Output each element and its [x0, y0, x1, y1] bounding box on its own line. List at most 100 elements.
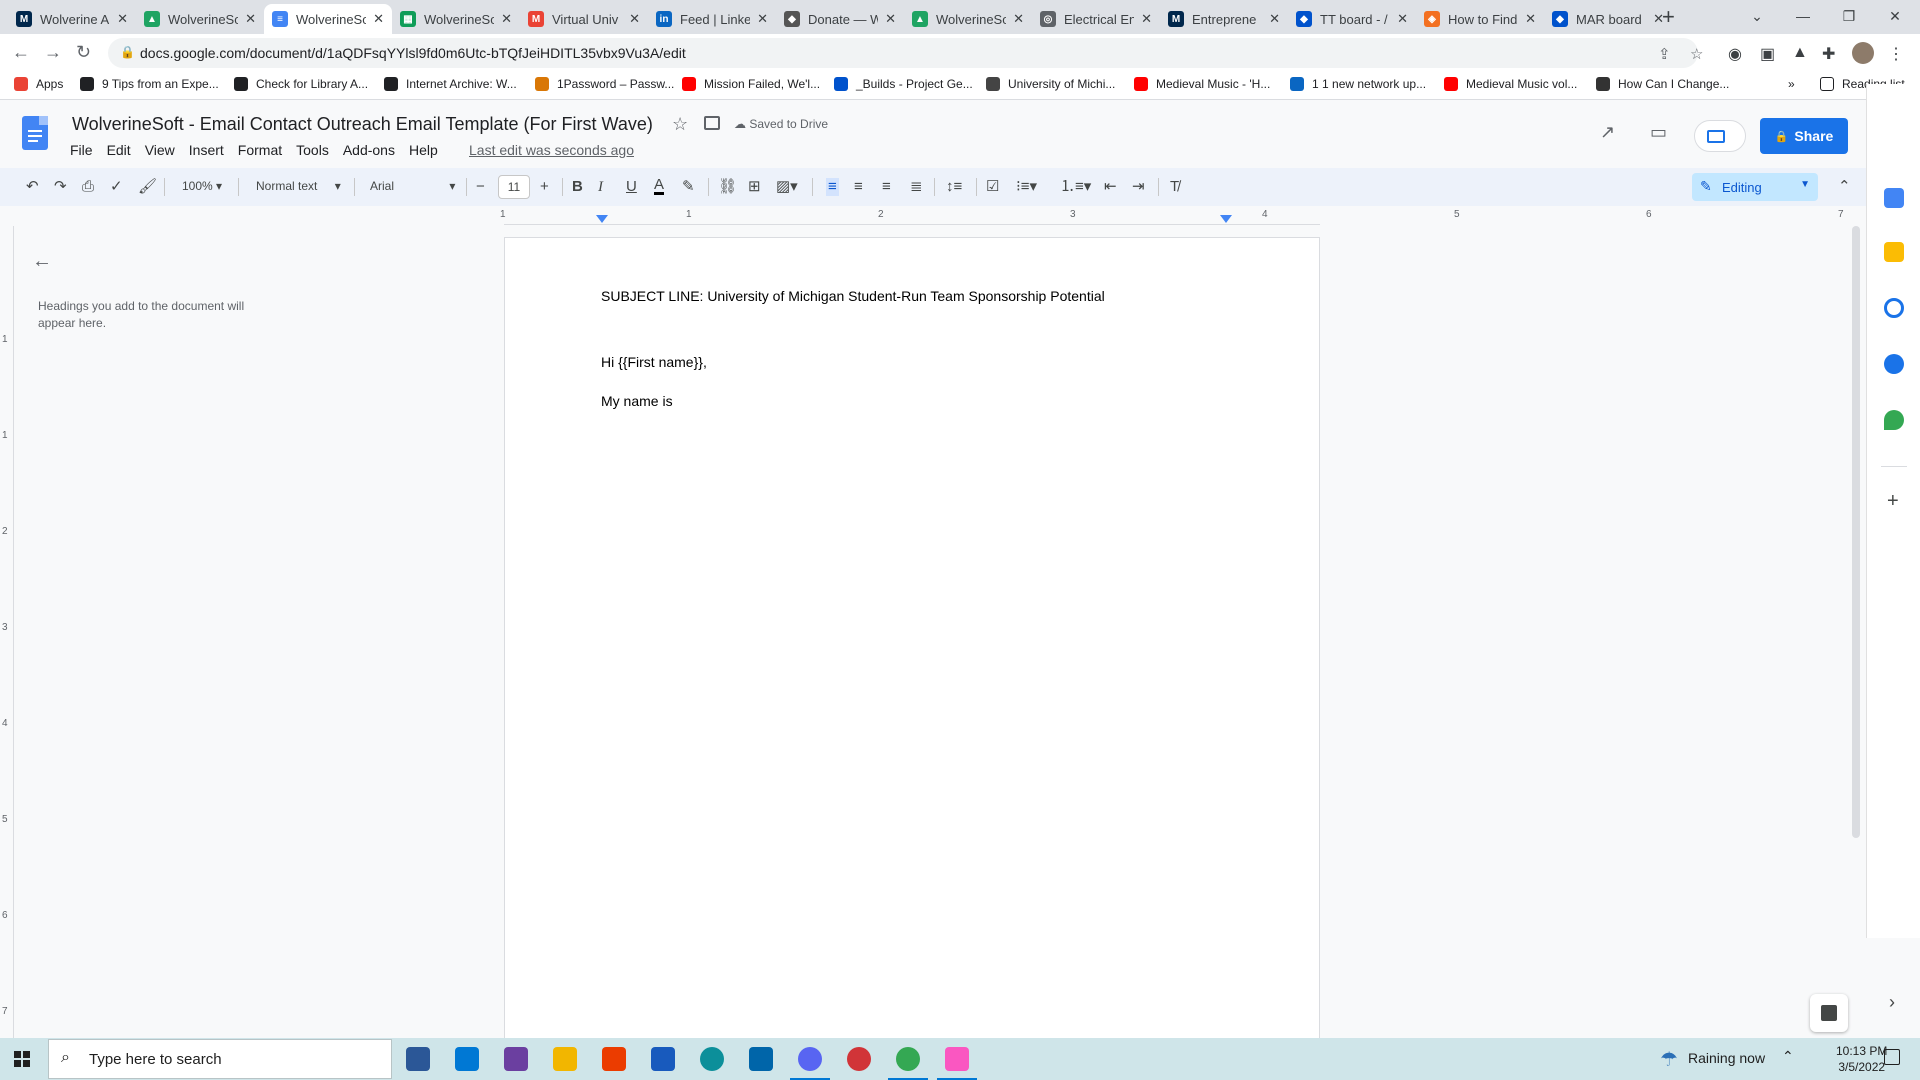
- browser-tab[interactable]: ◈ How to Find ✕: [1416, 4, 1544, 34]
- back-icon[interactable]: ←: [12, 42, 30, 63]
- document-page[interactable]: SUBJECT LINE: University of Michigan Stu…: [504, 237, 1320, 1038]
- italic-icon[interactable]: I: [598, 178, 603, 196]
- zoom-select[interactable]: 100% ▾: [182, 179, 222, 193]
- maps-icon[interactable]: [1884, 410, 1904, 430]
- last-edit-link[interactable]: Last edit was seconds ago: [469, 142, 634, 158]
- weather-status[interactable]: Raining now: [1688, 1050, 1765, 1066]
- bulleted-list-icon[interactable]: ⁝≡▾: [1016, 178, 1037, 196]
- browser-tab[interactable]: ◎ Electrical En ✕: [1032, 4, 1160, 34]
- align-right-icon[interactable]: ≡: [882, 178, 891, 196]
- right-indent-marker[interactable]: [1220, 215, 1232, 223]
- address-bar[interactable]: 🔒 docs.google.com/document/d/1aQDFsqYYls…: [108, 38, 1703, 68]
- bookmark-star-icon[interactable]: ☆: [1690, 45, 1703, 63]
- bold-icon[interactable]: B: [572, 178, 583, 196]
- word-app-icon[interactable]: [651, 1047, 675, 1071]
- extension-1password-icon[interactable]: ◉: [1728, 44, 1742, 64]
- browser-tab[interactable]: ▲ WolverineSo ✕: [904, 4, 1032, 34]
- tab-close-icon[interactable]: ✕: [117, 11, 128, 27]
- tab-close-icon[interactable]: ✕: [1141, 11, 1152, 27]
- tab-close-icon[interactable]: ✕: [629, 11, 640, 27]
- menu-insert[interactable]: Insert: [189, 142, 224, 158]
- font-select[interactable]: Arial ▾: [370, 179, 455, 193]
- forward-icon[interactable]: →: [44, 42, 62, 63]
- browser-menu-icon[interactable]: ⋮: [1888, 44, 1904, 64]
- file-explorer-app-icon[interactable]: [553, 1047, 577, 1071]
- extension-screenshot-icon[interactable]: ▣: [1760, 44, 1775, 64]
- vscode-app-icon[interactable]: [749, 1047, 773, 1071]
- document-scrollbar[interactable]: [1852, 226, 1860, 838]
- restore-button[interactable]: ❐: [1826, 0, 1872, 32]
- contacts-icon[interactable]: [1884, 354, 1904, 374]
- tab-close-icon[interactable]: ✕: [1269, 11, 1280, 27]
- bookmark-item[interactable]: Mission Failed, We'l...: [682, 77, 820, 91]
- itunes-app-icon[interactable]: [937, 1047, 977, 1080]
- menu-edit[interactable]: Edit: [107, 142, 131, 158]
- menu-addons[interactable]: Add-ons: [343, 142, 395, 158]
- weather-umbrella-icon[interactable]: ☂: [1660, 1047, 1678, 1072]
- close-window-button[interactable]: ✕: [1872, 0, 1918, 32]
- podcast-app-icon[interactable]: [504, 1047, 528, 1071]
- bookmark-item[interactable]: 9 Tips from an Expe...: [80, 77, 219, 91]
- menu-tools[interactable]: Tools: [296, 142, 329, 158]
- browser-tab[interactable]: ▲ WolverineSo ✕: [136, 4, 264, 34]
- left-indent-marker[interactable]: [596, 215, 608, 223]
- justify-icon[interactable]: ≣: [910, 178, 923, 196]
- tab-close-icon[interactable]: ✕: [885, 11, 896, 27]
- reload-icon[interactable]: ↻: [76, 42, 91, 63]
- keep-icon[interactable]: [1884, 242, 1904, 262]
- extension-arc-icon[interactable]: ▲: [1792, 44, 1808, 62]
- clear-formatting-icon[interactable]: T̸: [1170, 178, 1179, 196]
- bookmark-item[interactable]: How Can I Change...: [1596, 77, 1729, 91]
- notification-icon[interactable]: [1884, 1049, 1900, 1065]
- browser-tab[interactable]: ▦ WolverineSo ✕: [392, 4, 520, 34]
- profile-avatar[interactable]: [1852, 42, 1874, 64]
- activity-trend-icon[interactable]: ↗: [1600, 122, 1615, 143]
- print-icon[interactable]: ⎙: [82, 178, 94, 196]
- numbered-list-icon[interactable]: ⒈≡▾: [1060, 178, 1091, 196]
- tab-close-icon[interactable]: ✕: [501, 11, 512, 27]
- menu-help[interactable]: Help: [409, 142, 438, 158]
- bookmark-item[interactable]: Apps: [14, 77, 63, 91]
- insert-image-icon[interactable]: ▨▾: [776, 178, 798, 196]
- bookmark-item[interactable]: University of Michi...: [986, 77, 1115, 91]
- edge-app-icon[interactable]: [700, 1047, 724, 1071]
- browser-tab[interactable]: ≡ WolverineSo ✕: [264, 4, 392, 34]
- media-app-icon[interactable]: [847, 1047, 871, 1071]
- present-button[interactable]: [1694, 120, 1746, 152]
- tab-close-icon[interactable]: ✕: [1525, 11, 1536, 27]
- calculator-app-icon[interactable]: [406, 1047, 430, 1071]
- insert-comment-icon[interactable]: ⊞: [748, 178, 761, 196]
- font-size-input[interactable]: 11: [498, 175, 530, 199]
- menu-file[interactable]: File: [70, 142, 93, 158]
- close-outline-icon[interactable]: ←: [32, 250, 52, 273]
- browser-tab[interactable]: M Wolverine A ✕: [8, 4, 136, 34]
- tab-close-icon[interactable]: ✕: [373, 11, 384, 27]
- browser-tab[interactable]: M Virtual Univ ✕: [520, 4, 648, 34]
- highlight-color-icon[interactable]: ✎: [682, 178, 695, 196]
- system-clock[interactable]: 10:13 PM 3/5/2022: [1836, 1043, 1887, 1075]
- checklist-icon[interactable]: ☑: [986, 178, 999, 196]
- browser-tab[interactable]: ◆ Donate — W ✕: [776, 4, 904, 34]
- undo-icon[interactable]: ↶: [26, 178, 39, 196]
- paint-format-icon[interactable]: 🖌: [138, 178, 157, 196]
- tray-overflow-icon[interactable]: ⌃: [1782, 1048, 1794, 1065]
- tab-close-icon[interactable]: ✕: [757, 11, 768, 27]
- tab-close-icon[interactable]: ✕: [1013, 11, 1024, 27]
- mail-app-icon[interactable]: [455, 1047, 479, 1071]
- discord-app-icon[interactable]: [790, 1047, 830, 1080]
- windows-start-icon[interactable]: [14, 1051, 30, 1067]
- explore-button[interactable]: [1810, 994, 1848, 1032]
- bookmark-item[interactable]: 1Password – Passw...: [535, 77, 674, 91]
- tasks-icon[interactable]: [1884, 298, 1904, 318]
- align-center-icon[interactable]: ≡: [854, 178, 863, 196]
- hide-menus-icon[interactable]: ⌃: [1838, 178, 1851, 196]
- spellcheck-icon[interactable]: ✓: [110, 178, 123, 196]
- share-button[interactable]: 🔒 Share: [1760, 118, 1848, 154]
- tab-close-icon[interactable]: ✕: [1653, 11, 1664, 27]
- bookmark-item[interactable]: Check for Library A...: [234, 77, 368, 91]
- increase-indent-icon[interactable]: ⇥: [1132, 178, 1145, 196]
- bookmark-item[interactable]: 1 1 new network up...: [1290, 77, 1426, 91]
- document-title[interactable]: WolverineSoft - Email Contact Outreach E…: [72, 114, 653, 135]
- subject-line-paragraph[interactable]: SUBJECT LINE: University of Michigan Stu…: [601, 288, 1105, 304]
- minimize-button[interactable]: —: [1780, 0, 1826, 32]
